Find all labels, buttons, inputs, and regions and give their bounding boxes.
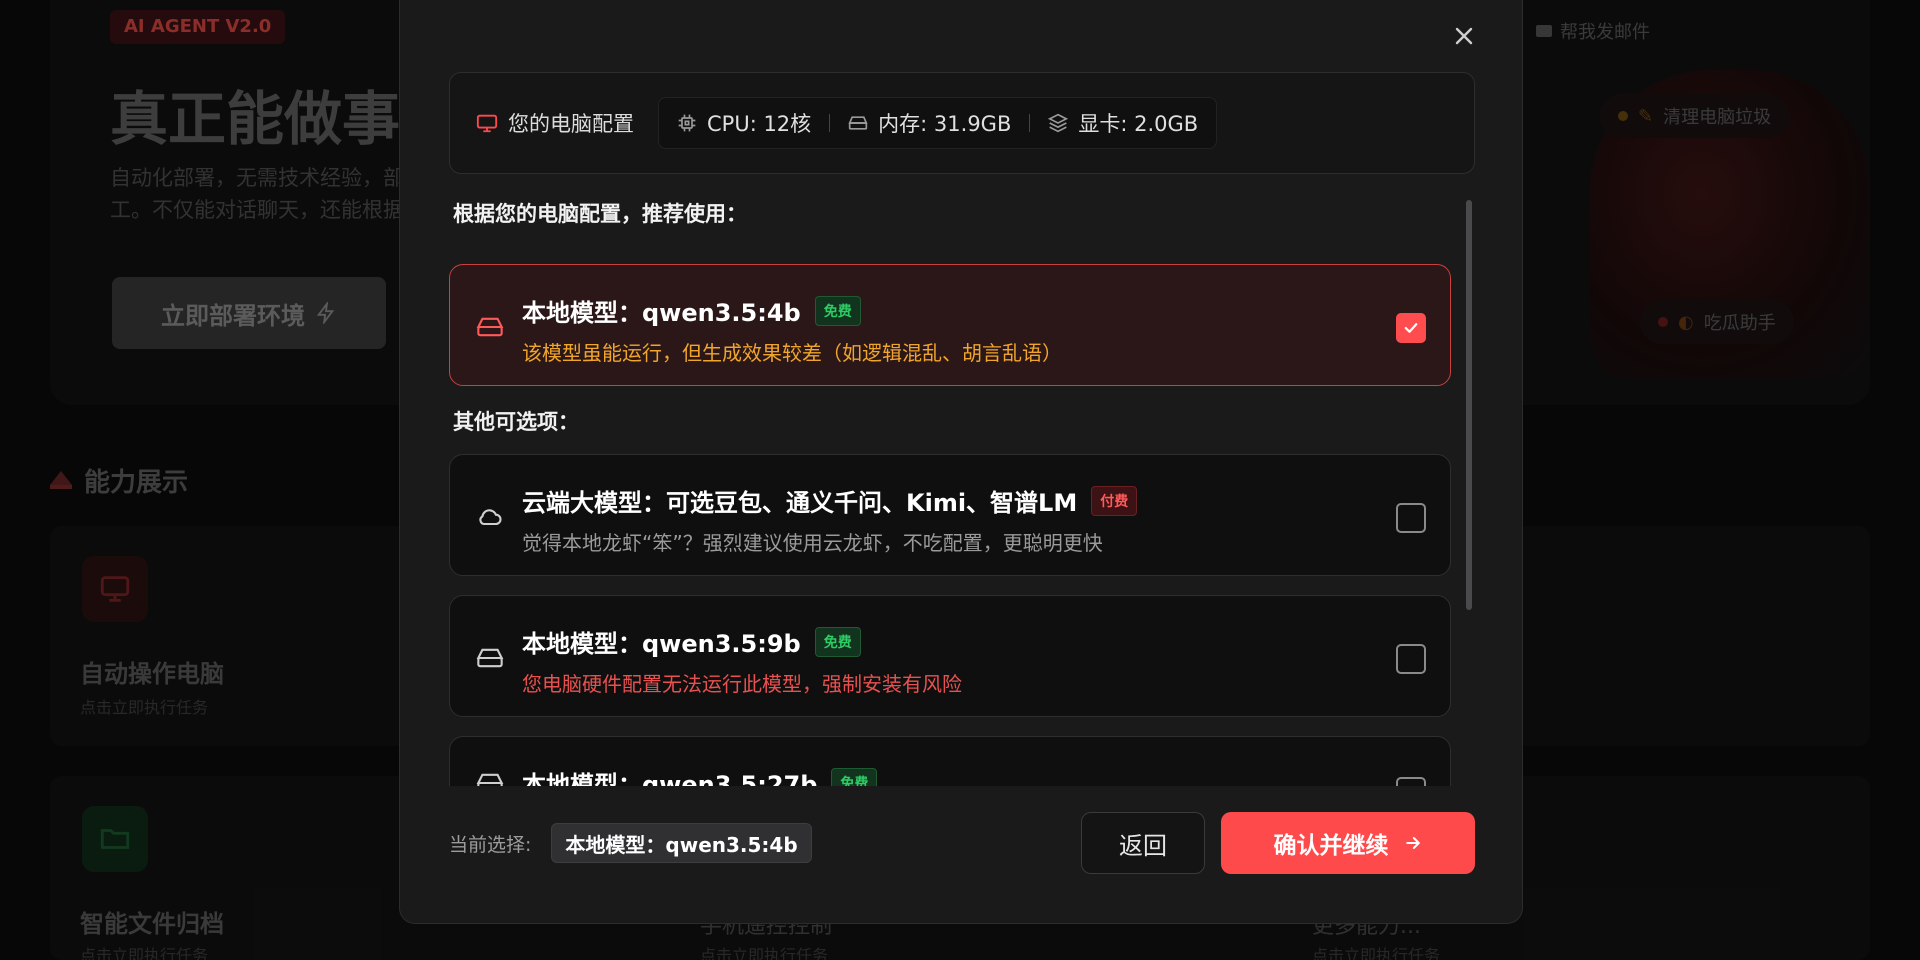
hard-drive-icon (848, 116, 868, 130)
monitor-icon (476, 114, 498, 133)
divider (829, 114, 831, 132)
option-qwen-4b[interactable]: 本地模型：qwen3.5:4b 免费 该模型虽能运行，但生成效果较差（如逻辑混乱… (449, 264, 1451, 386)
hard-drive-icon (476, 648, 504, 668)
options-scroll-area[interactable]: 根据您的电脑配置，推荐使用： 本地模型：qwen3.5:4b 免费 该模型虽能运… (449, 196, 1475, 786)
gpu-spec: 显卡: 2.0GB (1048, 108, 1198, 138)
model-select-dialog: 您的电脑配置 CPU: 12核 内存: 31.9GB 显卡: 2.0GB 根据您… (399, 0, 1523, 924)
free-badge: 免费 (814, 626, 861, 657)
memory-spec-text: 内存: 31.9GB (878, 112, 1012, 136)
layers-icon (1048, 113, 1069, 133)
cpu-spec-text: CPU: 12核 (707, 112, 812, 136)
option-qwen-9b[interactable]: 本地模型：qwen3.5:9b 免费 您电脑硬件配置无法运行此模型，强制安装有风… (449, 595, 1451, 717)
option-description: 觉得本地龙虾“笨”？强烈建议使用云龙虾，不吃配置，更聪明更快 (522, 531, 1103, 555)
close-button[interactable] (1446, 18, 1482, 54)
cpu-icon (678, 114, 696, 132)
other-options-title: 其他可选项： (453, 410, 579, 434)
option-description: 您电脑硬件配置无法运行此模型，强制安装有风险 (522, 672, 962, 696)
option-title: 云端大模型：可选豆包、通义千问、Kimi、智谱LM 付费 (522, 483, 1138, 518)
divider (1029, 114, 1031, 132)
paid-badge: 付费 (1091, 485, 1138, 516)
option-checkbox[interactable] (1396, 503, 1426, 533)
scrollbar[interactable] (1466, 200, 1472, 786)
pc-config-bar: 您的电脑配置 CPU: 12核 内存: 31.9GB 显卡: 2.0GB (449, 72, 1475, 174)
current-selection-value: 本地模型：qwen3.5:4b (551, 823, 812, 863)
cpu-spec: CPU: 12核 (677, 108, 811, 138)
option-title-text: 云端大模型：可选豆包、通义千问、Kimi、智谱LM (522, 489, 1078, 517)
gpu-spec-text: 显卡: 2.0GB (1078, 112, 1199, 136)
back-button[interactable]: 返回 (1081, 812, 1205, 874)
option-title-text: 本地模型：qwen3.5:4b (522, 299, 801, 327)
pc-config-label: 您的电脑配置 (476, 108, 634, 138)
dialog-footer: 当前选择: 本地模型：qwen3.5:4b 返回 确认并继续 (449, 812, 1475, 874)
hard-drive-icon (476, 773, 504, 786)
option-title: 本地模型：qwen3.5:27b 免费 (522, 765, 878, 786)
confirm-button[interactable]: 确认并继续 (1221, 812, 1475, 874)
hard-drive-icon (476, 317, 504, 337)
option-title-text: 本地模型：qwen3.5:9b (522, 630, 801, 658)
option-checkbox[interactable] (1396, 313, 1426, 343)
check-icon (1404, 323, 1418, 333)
recommend-title: 根据您的电脑配置，推荐使用： (453, 202, 747, 226)
close-icon (1455, 27, 1473, 45)
free-badge: 免费 (814, 295, 861, 326)
free-badge: 免费 (831, 767, 878, 786)
option-checkbox[interactable] (1396, 644, 1426, 674)
option-title: 本地模型：qwen3.5:9b 免费 (522, 624, 861, 659)
scrollbar-thumb[interactable] (1466, 200, 1472, 610)
pc-config-label-text: 您的电脑配置 (508, 112, 634, 136)
option-cloud-model[interactable]: 云端大模型：可选豆包、通义千问、Kimi、智谱LM 付费 觉得本地龙虾“笨”？强… (449, 454, 1451, 576)
option-title: 本地模型：qwen3.5:4b 免费 (522, 293, 861, 328)
memory-spec: 内存: 31.9GB (848, 108, 1011, 138)
current-selection-label: 当前选择: (449, 833, 532, 856)
option-title-text: 本地模型：qwen3.5:27b (522, 771, 818, 786)
arrow-right-icon (1405, 837, 1420, 849)
option-qwen-27b[interactable]: 本地模型：qwen3.5:27b 免费 (449, 736, 1451, 786)
cloud-icon (479, 509, 502, 526)
option-checkbox[interactable] (1396, 777, 1426, 786)
option-description: 该模型虽能运行，但生成效果较差（如逻辑混乱、胡言乱语） (522, 341, 1062, 365)
hardware-specs: CPU: 12核 内存: 31.9GB 显卡: 2.0GB (658, 97, 1218, 149)
confirm-button-label: 确认并继续 (1273, 833, 1389, 859)
